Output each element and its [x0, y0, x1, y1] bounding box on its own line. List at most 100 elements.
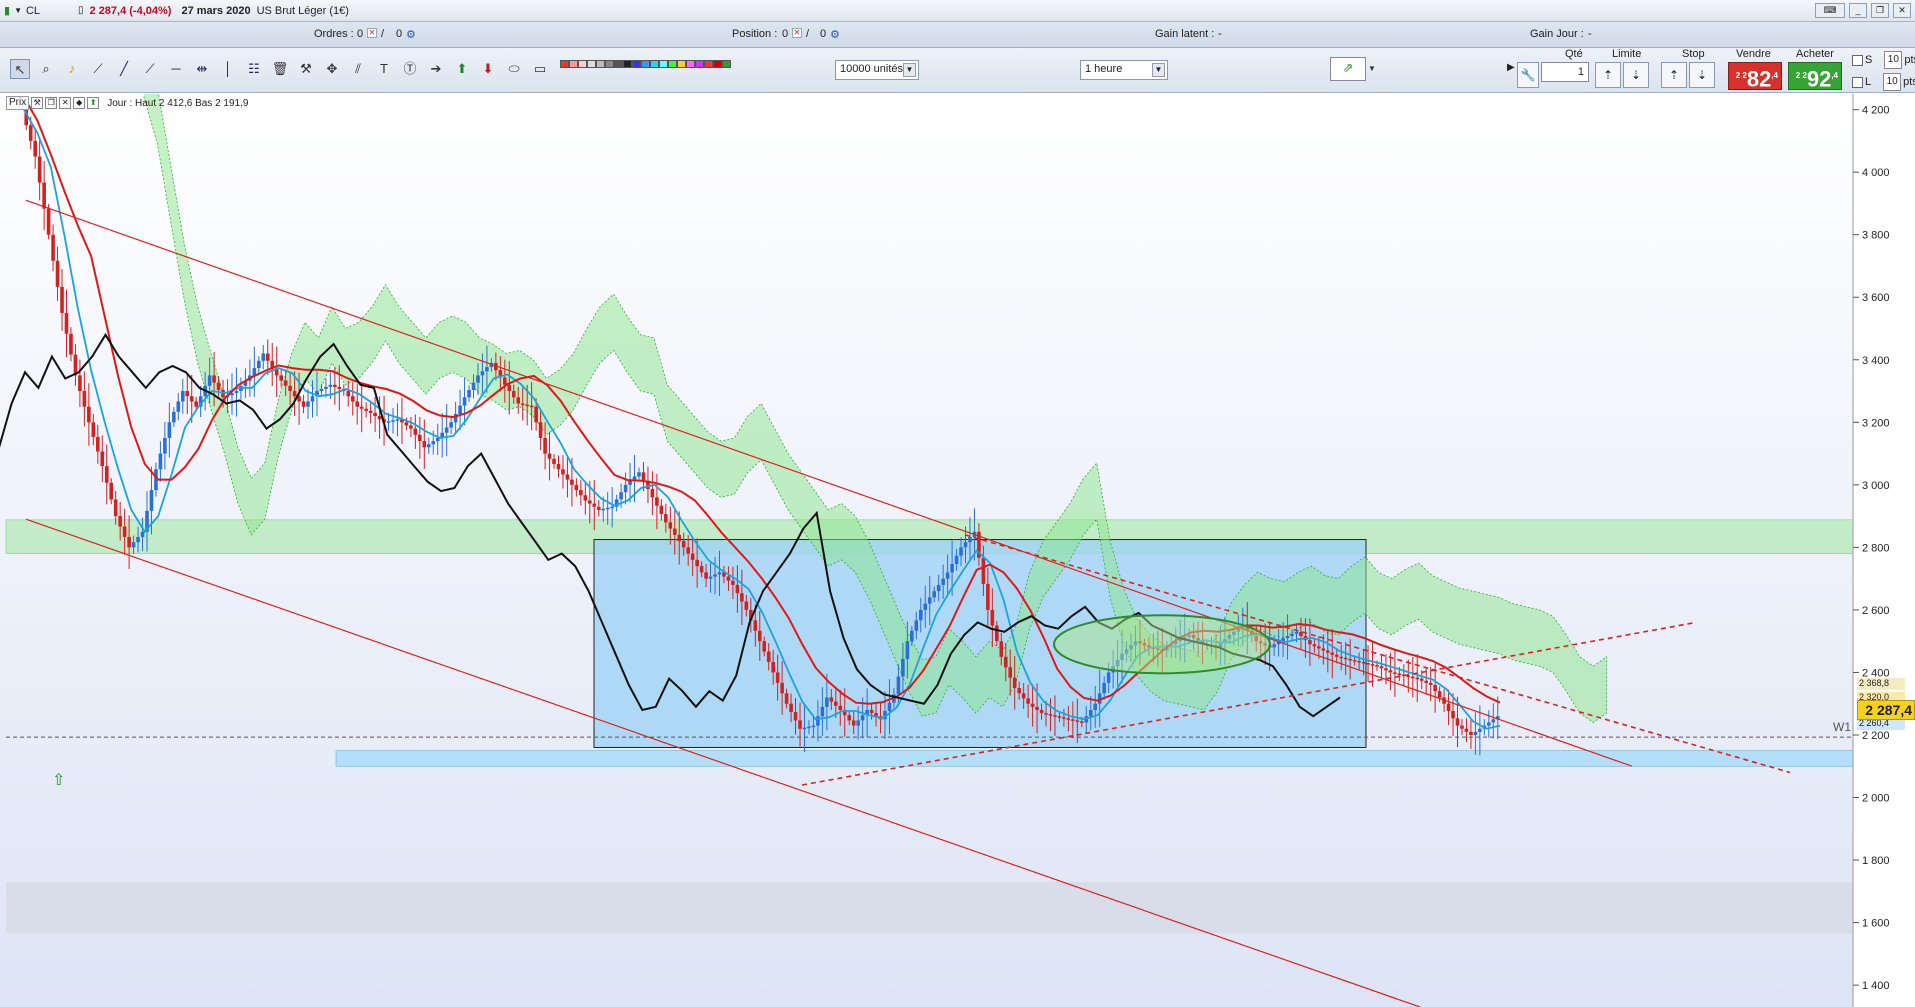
- candle-body: [744, 601, 749, 610]
- limit-buy-icon[interactable]: ⇡: [1595, 62, 1621, 88]
- color-swatch[interactable]: [614, 60, 623, 68]
- arrow-up-icon[interactable]: ⬆: [87, 97, 100, 109]
- tools-icon[interactable]: ⚒: [296, 59, 316, 79]
- color-swatch[interactable]: [587, 60, 596, 68]
- units-select[interactable]: 10000 unités ▼: [835, 60, 919, 80]
- candle-body: [1339, 656, 1344, 659]
- limit-checkbox[interactable]: [1852, 76, 1863, 88]
- candle-body: [668, 522, 673, 529]
- arrow-up-icon[interactable]: ⬆: [452, 59, 472, 79]
- account-info-row: Ordres : 0 ✕ / 0 ⚙ Position : 0 ✕ / 0 ⚙ …: [0, 22, 1915, 48]
- fibonacci-icon[interactable]: ☷: [244, 59, 264, 79]
- candle-body: [628, 480, 632, 485]
- stop-pts-input[interactable]: 10: [1884, 51, 1903, 69]
- doc-icon[interactable]: ▯: [78, 5, 84, 16]
- arrow-right-icon[interactable]: ▶: [1507, 62, 1515, 73]
- y-tick-label: 3 400: [1862, 355, 1890, 367]
- cursor-icon[interactable]: ↖: [10, 59, 30, 79]
- horizontal-line-icon[interactable]: ─: [166, 59, 186, 79]
- ray-icon[interactable]: ⟋: [140, 59, 160, 79]
- trash-icon[interactable]: 🗑: [270, 59, 290, 79]
- close-icon[interactable]: ✕: [367, 27, 377, 39]
- candle-body: [1473, 731, 1478, 735]
- color-swatch[interactable]: [560, 60, 569, 68]
- limit-pts-input[interactable]: 10: [1883, 73, 1902, 91]
- ruler-icon[interactable]: ⟋: [88, 59, 108, 79]
- color-swatch[interactable]: [668, 60, 677, 68]
- vertical-line-icon[interactable]: │: [218, 59, 238, 79]
- settings-icon[interactable]: ⚒: [31, 97, 44, 109]
- color-swatch[interactable]: [695, 60, 704, 68]
- candle-body: [96, 436, 100, 452]
- restore-button[interactable]: ❐: [1871, 3, 1889, 18]
- channel-icon[interactable]: ⫽: [348, 59, 368, 79]
- limit-sell-icon[interactable]: ⇣: [1623, 62, 1649, 88]
- color-swatch[interactable]: [659, 60, 668, 68]
- stop-checkbox[interactable]: [1852, 54, 1863, 66]
- timeframe-select[interactable]: 1 heure ▼: [1080, 60, 1168, 80]
- color-swatch[interactable]: [632, 60, 641, 68]
- keyboard-icon[interactable]: ⌨: [1815, 3, 1845, 18]
- symbol-selector[interactable]: ▮ ▼ CL: [0, 4, 78, 18]
- candle-body: [324, 386, 328, 389]
- color-swatch[interactable]: [596, 60, 605, 68]
- ellipse-icon[interactable]: ⬭: [504, 59, 524, 79]
- candle-body: [1008, 667, 1013, 678]
- candle-body: [1428, 682, 1433, 685]
- candle-body: [167, 422, 172, 438]
- chevron-down-icon[interactable]: ▼: [1366, 59, 1378, 79]
- color-swatch[interactable]: [578, 60, 587, 68]
- alert-bell-icon[interactable]: ♪: [62, 59, 82, 79]
- candle-body: [261, 353, 266, 361]
- wrench-icon[interactable]: 🔧: [1517, 62, 1539, 88]
- color-swatch[interactable]: [686, 60, 695, 68]
- expand-icon[interactable]: ◆: [73, 97, 86, 109]
- candle-body: [784, 693, 789, 704]
- buy-price-prefix: 2 2: [1795, 71, 1807, 80]
- color-swatch[interactable]: [677, 60, 686, 68]
- magnet-icon[interactable]: ✥: [322, 59, 342, 79]
- sell-button[interactable]: 2 282,4: [1728, 62, 1782, 91]
- arrow-down-icon[interactable]: ⬇: [478, 59, 498, 79]
- candle-body: [529, 405, 534, 408]
- buy-button[interactable]: 2 292,4: [1788, 62, 1842, 91]
- color-swatch[interactable]: [722, 60, 731, 68]
- candle-body: [896, 676, 901, 695]
- candle-body: [422, 441, 427, 448]
- gear-icon[interactable]: ⚙: [406, 27, 420, 41]
- chart-type-icon[interactable]: ⇗: [1330, 57, 1366, 81]
- color-swatch[interactable]: [569, 60, 578, 68]
- minimize-button[interactable]: _: [1849, 3, 1867, 18]
- horizontal-segment-icon[interactable]: ⇹: [192, 59, 212, 79]
- text-icon[interactable]: T: [374, 59, 394, 79]
- color-swatch[interactable]: [605, 60, 614, 68]
- candle-body: [310, 396, 315, 402]
- copy-icon[interactable]: ❐: [45, 97, 58, 109]
- color-swatch[interactable]: [641, 60, 650, 68]
- candle-body: [851, 720, 856, 726]
- close-icon[interactable]: ✕: [59, 97, 72, 109]
- color-swatch[interactable]: [650, 60, 659, 68]
- quantity-input[interactable]: 1: [1541, 62, 1589, 82]
- trendline-icon[interactable]: ╱: [114, 59, 134, 79]
- candle-body: [1053, 715, 1057, 717]
- color-swatch[interactable]: [704, 60, 713, 68]
- arrow-right-icon[interactable]: ➔: [426, 59, 446, 79]
- rectangle-icon[interactable]: ▭: [530, 59, 550, 79]
- candle-body: [847, 715, 852, 721]
- candle-body: [968, 536, 972, 543]
- price-chart[interactable]: ⇧ 4 200 4 000 3 800 3 600 3 400 3 200 3 000 2 8…: [0, 94, 1915, 1007]
- price-legend-label[interactable]: Prix: [6, 96, 30, 110]
- candle-body: [503, 377, 507, 385]
- orders-separator: /: [381, 28, 385, 40]
- color-swatch[interactable]: [623, 60, 632, 68]
- candle-body: [793, 712, 798, 721]
- close-icon[interactable]: ✕: [792, 27, 802, 39]
- gear-icon[interactable]: ⚙: [830, 27, 844, 41]
- stop-buy-icon[interactable]: ⇡: [1661, 62, 1687, 88]
- color-swatch[interactable]: [713, 60, 722, 68]
- label-icon[interactable]: Ⓣ: [400, 59, 420, 79]
- close-button[interactable]: ✕: [1893, 3, 1911, 18]
- zoom-icon[interactable]: ⌕: [36, 59, 56, 79]
- stop-sell-icon[interactable]: ⇣: [1689, 62, 1715, 88]
